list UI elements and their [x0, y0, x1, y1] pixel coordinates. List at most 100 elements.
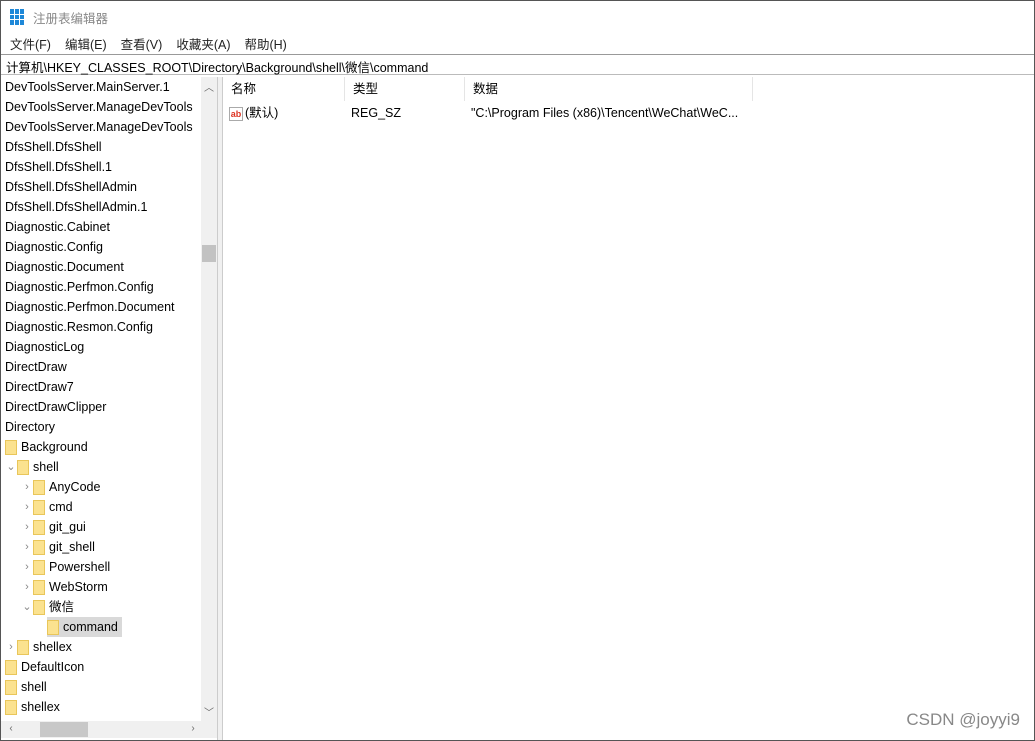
tree-item-label: DfsShell.DfsShell — [5, 140, 102, 154]
title-bar: 注册表编辑器 — [1, 1, 1034, 33]
tree-item[interactable]: DirectDraw7 — [5, 377, 74, 397]
tree-item[interactable]: shell — [5, 677, 47, 697]
tree-item-label: Directory — [5, 420, 56, 434]
tree-item[interactable]: DirectDraw — [5, 357, 67, 377]
tree-item[interactable]: command — [47, 617, 122, 637]
chevron-right-icon[interactable]: › — [21, 517, 33, 537]
tree-item-label: DirectDraw7 — [5, 380, 74, 394]
tree-item-label: Diagnostic.Resmon.Config — [5, 320, 153, 334]
tree-item[interactable]: ⌄ 微信 — [21, 597, 74, 617]
column-header-data[interactable]: 数据 — [465, 77, 753, 101]
tree-item[interactable]: DevToolsServer.ManageDevTools — [5, 97, 193, 117]
folder-icon — [5, 659, 17, 675]
tree-item[interactable]: ⌄ shell — [5, 457, 59, 477]
tree-item-label: 微信 — [49, 600, 75, 614]
value-data: "C:\Program Files (x86)\Tencent\WeChat\W… — [471, 106, 739, 120]
folder-icon — [33, 479, 45, 495]
tree-item[interactable]: Background — [5, 437, 88, 457]
folder-icon — [33, 519, 45, 535]
chevron-right-icon[interactable]: › — [5, 637, 17, 657]
menu-bar: 文件(F) 编辑(E) 查看(V) 收藏夹(A) 帮助(H) — [1, 33, 301, 53]
folder-icon — [47, 619, 59, 635]
tree-item-label: DfsShell.DfsShell.1 — [5, 160, 112, 174]
folder-icon — [33, 559, 45, 575]
tree-item-label: shell — [21, 680, 47, 694]
column-header-type[interactable]: 类型 — [345, 77, 465, 101]
tree-vertical-scrollbar[interactable]: ︿ ﹀ — [201, 77, 217, 721]
address-bar[interactable]: 计算机\HKEY_CLASSES_ROOT\Directory\Backgrou… — [1, 54, 1034, 75]
chevron-right-icon[interactable]: › — [21, 497, 33, 517]
value-type: REG_SZ — [351, 106, 402, 120]
tree-item-label: DiagnosticLog — [5, 340, 85, 354]
tree-item-label: DfsShell.DfsShellAdmin.1 — [5, 200, 148, 214]
regedit-icon — [10, 9, 26, 25]
tree-item-label: WebStorm — [49, 580, 108, 594]
tree-item[interactable]: DevToolsServer.MainServer.1 — [5, 77, 170, 97]
chevron-right-icon[interactable]: › — [21, 577, 33, 597]
tree-item[interactable]: Diagnostic.Document — [5, 257, 124, 277]
scroll-up-icon[interactable]: ︿ — [201, 79, 217, 94]
tree-item[interactable]: › cmd — [21, 497, 73, 517]
menu-view[interactable]: 查看(V) — [121, 34, 163, 53]
value-name: (默认) — [245, 106, 279, 120]
tree-item[interactable]: DfsShell.DfsShell — [5, 137, 102, 157]
folder-icon — [5, 679, 17, 695]
tree-horizontal-scrollbar[interactable]: ‹ › — [1, 721, 217, 738]
tree-item[interactable]: DfsShell.DfsShellAdmin — [5, 177, 137, 197]
tree-item[interactable]: › shellex — [5, 637, 72, 657]
value-row[interactable]: ab (默认) — [229, 103, 278, 123]
tree-item-label: AnyCode — [49, 480, 101, 494]
chevron-right-icon[interactable]: › — [21, 537, 33, 557]
tree-item[interactable]: DfsShell.DfsShellAdmin.1 — [5, 197, 147, 217]
tree-item[interactable]: DevToolsServer.ManageDevTools — [5, 117, 193, 137]
menu-favorites[interactable]: 收藏夹(A) — [176, 34, 230, 53]
tree-item-label: shellex — [33, 640, 72, 654]
tree-item[interactable]: DiagnosticLog — [5, 337, 84, 357]
tree-item-label: Diagnostic.Document — [5, 260, 124, 274]
folder-icon — [33, 579, 45, 595]
column-header-name[interactable]: 名称 — [223, 77, 345, 101]
scroll-down-icon[interactable]: ﹀ — [201, 704, 217, 719]
tree-item[interactable]: DefaultIcon — [5, 657, 84, 677]
tree-item[interactable]: Diagnostic.Perfmon.Config — [5, 277, 154, 297]
tree-item-label: DirectDrawClipper — [5, 400, 107, 414]
tree-item-label: cmd — [49, 500, 73, 514]
tree-item[interactable]: Directory — [5, 417, 55, 437]
chevron-down-icon[interactable]: ⌄ — [5, 457, 17, 477]
tree-item[interactable]: › git_gui — [21, 517, 86, 537]
scroll-thumb[interactable] — [40, 722, 88, 737]
scroll-thumb[interactable] — [202, 245, 216, 262]
values-list: 名称 类型 数据 ab (默认) REG_SZ "C:\Program Files… — [223, 77, 1034, 740]
tree-item[interactable]: Diagnostic.Cabinet — [5, 217, 110, 237]
scroll-left-icon[interactable]: ‹ — [3, 723, 19, 734]
scroll-right-icon[interactable]: › — [185, 723, 201, 734]
chevron-right-icon[interactable]: › — [21, 477, 33, 497]
folder-icon — [5, 699, 17, 715]
tree-item[interactable]: › Powershell — [21, 557, 110, 577]
tree-item[interactable]: › WebStorm — [21, 577, 108, 597]
tree-item-label: Diagnostic.Perfmon.Config — [5, 280, 154, 294]
tree-item-label: DefaultIcon — [21, 660, 85, 674]
tree-item[interactable]: Diagnostic.Config — [5, 237, 103, 257]
tree-item[interactable]: DfsShell.DfsShell.1 — [5, 157, 112, 177]
tree-item[interactable]: DirectDrawClipper — [5, 397, 106, 417]
folder-icon — [33, 599, 45, 615]
folder-icon — [17, 639, 29, 655]
tree-item-label: DevToolsServer.MainServer.1 — [5, 80, 170, 94]
watermark: CSDN @joyyi9 — [906, 710, 1020, 729]
key-tree[interactable]: DevToolsServer.MainServer.1 DevToolsServe… — [1, 77, 201, 721]
tree-item-label: DevToolsServer.ManageDevTools — [5, 120, 193, 134]
folder-icon — [5, 439, 17, 455]
tree-item-label: DfsShell.DfsShellAdmin — [5, 180, 137, 194]
tree-item[interactable]: › AnyCode — [21, 477, 100, 497]
tree-item[interactable]: Diagnostic.Resmon.Config — [5, 317, 153, 337]
tree-item-label: command — [63, 620, 118, 634]
chevron-right-icon[interactable]: › — [21, 557, 33, 577]
menu-file[interactable]: 文件(F) — [10, 34, 51, 53]
menu-help[interactable]: 帮助(H) — [244, 34, 286, 53]
tree-item[interactable]: Diagnostic.Perfmon.Document — [5, 297, 175, 317]
chevron-down-icon[interactable]: ⌄ — [21, 597, 33, 617]
menu-edit[interactable]: 编辑(E) — [65, 34, 107, 53]
tree-item[interactable]: shellex — [5, 697, 60, 717]
tree-item[interactable]: › git_shell — [21, 537, 95, 557]
